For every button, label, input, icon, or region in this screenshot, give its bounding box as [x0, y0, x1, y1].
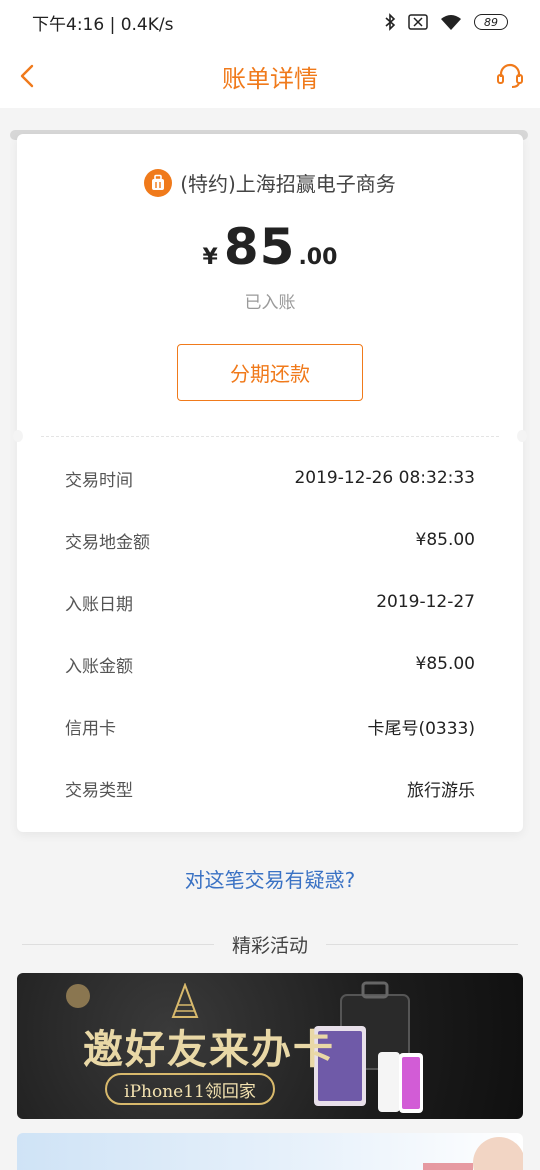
- status-bar: 下午4:16 | 0.4K/s 89: [0, 0, 540, 44]
- promo-subtitle: iPhone11领回家: [105, 1073, 275, 1105]
- page-title: 账单详情: [222, 64, 318, 93]
- detail-value: 卡尾号(0333): [367, 718, 475, 739]
- transaction-amount: ¥ 85 .00: [17, 218, 523, 276]
- battery-indicator: 89: [474, 14, 508, 30]
- amount-decimal: .00: [298, 245, 338, 270]
- divider: [41, 436, 499, 437]
- detail-value: ¥85.00: [415, 530, 475, 550]
- detail-value: 2019-12-27: [376, 592, 475, 612]
- receipt-notch-right: [517, 430, 527, 442]
- ornament-icon: [66, 984, 90, 1008]
- activities-title: 精彩活动: [232, 934, 309, 957]
- promo-banner-secondary[interactable]: [17, 1133, 523, 1170]
- chevron-left-icon[interactable]: [14, 60, 42, 92]
- detail-row-posted-amount: 入账金额 ¥85.00: [65, 633, 475, 695]
- detail-row-local-amount: 交易地金额 ¥85.00: [65, 509, 475, 571]
- bluetooth-icon: [385, 13, 396, 31]
- amount-integer: 85: [223, 218, 296, 276]
- divider: [326, 943, 519, 945]
- phone-icon: [378, 1052, 423, 1113]
- detail-row-transaction-time: 交易时间 2019-12-26 08:32:33: [65, 447, 475, 509]
- status-icons: 89: [384, 13, 508, 31]
- detail-label: 交易类型: [65, 780, 133, 801]
- promo-person-image: [423, 1137, 523, 1170]
- promo-headline: 邀好友来办卡: [83, 1026, 335, 1073]
- detail-value: 2019-12-26 08:32:33: [294, 468, 475, 488]
- detail-label: 入账金额: [65, 656, 133, 677]
- headset-icon[interactable]: [494, 60, 526, 92]
- no-sim-icon: [408, 14, 428, 30]
- detail-value: 旅行游乐: [407, 780, 475, 801]
- detail-label: 入账日期: [65, 594, 133, 615]
- bill-card: (特约)上海招赢电子商务 ¥ 85 .00 已入账 分期还款 交易时间 2019…: [13, 134, 527, 832]
- receipt-notch-left: [13, 430, 23, 442]
- detail-label: 信用卡: [65, 718, 116, 739]
- detail-row-credit-card: 信用卡 卡尾号(0333): [65, 695, 475, 757]
- merchant-row: (特约)上海招赢电子商务: [17, 168, 523, 197]
- wifi-icon: [441, 15, 461, 30]
- detail-label: 交易地金额: [65, 532, 150, 553]
- currency-symbol: ¥: [202, 245, 218, 270]
- status-time-speed: 下午4:16 | 0.4K/s: [32, 14, 174, 35]
- detail-row-transaction-type: 交易类型 旅行游乐: [65, 757, 475, 819]
- divider: [22, 943, 214, 945]
- posting-status: 已入账: [244, 293, 296, 313]
- detail-value: ¥85.00: [415, 654, 475, 674]
- promo-banner-invite[interactable]: 邀好友来办卡 iPhone11领回家: [17, 973, 523, 1119]
- nav-header: 账单详情: [0, 44, 540, 108]
- dispute-link[interactable]: 对这笔交易有疑惑?: [0, 864, 540, 893]
- detail-list: 交易时间 2019-12-26 08:32:33 交易地金额 ¥85.00 入账…: [65, 447, 475, 819]
- merchant-name: (特约)上海招赢电子商务: [180, 172, 396, 196]
- detail-row-posting-date: 入账日期 2019-12-27: [65, 571, 475, 633]
- installment-button[interactable]: 分期还款: [177, 344, 363, 401]
- activities-header: 精彩活动: [22, 930, 519, 958]
- detail-label: 交易时间: [65, 470, 133, 491]
- luggage-icon: [144, 168, 173, 197]
